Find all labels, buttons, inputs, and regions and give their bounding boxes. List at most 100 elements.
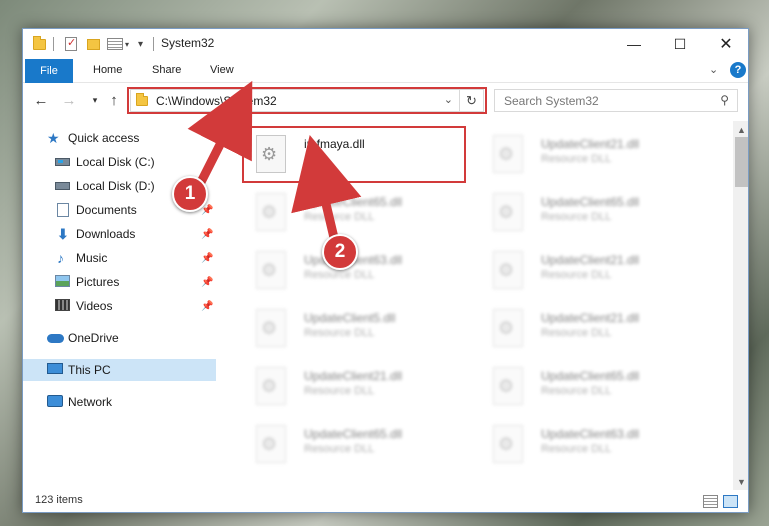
sidebar-item-label: This PC [68, 363, 111, 377]
dll-file-icon [256, 309, 286, 347]
search-input[interactable]: Search System32 ⚲ [494, 89, 738, 112]
minimize-button[interactable]: — [611, 29, 657, 59]
download-icon: ⬇ [57, 226, 69, 242]
pin-icon[interactable]: 📌 [201, 277, 213, 288]
file-item[interactable]: UpdateClient65.dll Resource DLL [481, 187, 701, 237]
properties-icon[interactable] [65, 35, 77, 53]
file-item[interactable]: UpdateClient5.dll Resource DLL [244, 303, 464, 353]
step-1-badge: 1 [172, 176, 208, 212]
sidebar-item-label: Local Disk (D:) [76, 179, 155, 193]
sidebar-item-music[interactable]: ♪ Music 📌 [23, 247, 216, 269]
file-type: Resource DLL [304, 327, 375, 339]
title-bar: ▾ ▾ System32 — ☐ ✕ [23, 29, 748, 59]
vertical-scrollbar[interactable]: ▲ ▼ [733, 121, 748, 490]
chevron-down-icon[interactable]: ▾ [125, 35, 129, 53]
sidebar-item-downloads[interactable]: ⬇ Downloads 📌 [23, 223, 216, 245]
disk-icon [55, 179, 71, 193]
sidebar-item-label: Documents [76, 203, 137, 217]
file-type: Resource DLL [304, 211, 375, 223]
sidebar-item-quick-access[interactable]: ★ Quick access [23, 127, 216, 149]
file-item[interactable]: UpdateClient21.dll Resource DLL [481, 129, 701, 179]
sidebar-item-network[interactable]: Network [23, 391, 216, 413]
scrollbar-thumb[interactable] [735, 137, 748, 187]
file-name: UpdateClient65.dll [304, 195, 403, 209]
file-item[interactable]: UpdateClient65.dll Resource DLL [244, 187, 464, 237]
status-bar: 123 items [23, 490, 748, 512]
search-icon: ⚲ [720, 93, 729, 107]
dll-file-icon [493, 251, 523, 289]
dll-file-icon [493, 309, 523, 347]
videos-icon [55, 299, 71, 313]
sidebar-item-local-disk-c[interactable]: Local Disk (C:) [23, 151, 216, 173]
file-name: UpdateClient21.dll [541, 253, 640, 267]
help-icon[interactable]: ? [730, 62, 746, 78]
window-title: System32 [161, 36, 215, 50]
pin-icon[interactable]: 📌 [201, 253, 213, 264]
file-type: Resource DLL [541, 443, 612, 455]
dll-file-icon [256, 193, 286, 231]
dll-file-icon [256, 367, 286, 405]
sidebar-item-label: Network [68, 395, 113, 409]
file-item[interactable]: UpdateClient21.dll Resource DLL [481, 303, 701, 353]
up-button[interactable]: ↑ [104, 90, 124, 110]
pin-icon[interactable]: 📌 [201, 301, 213, 312]
file-item[interactable]: UpdateClient63.dll Resource DLL [481, 419, 701, 469]
file-type: Resource DLL [541, 153, 612, 165]
computer-icon [47, 363, 63, 377]
customize-toolbar-icon[interactable]: ▾ [138, 35, 143, 53]
file-name: UpdateClient63.dll [541, 427, 640, 441]
new-folder-icon[interactable] [87, 35, 100, 53]
details-view-icon[interactable] [703, 495, 718, 508]
forward-button[interactable]: → [59, 90, 79, 110]
ribbon: File Home Share View ⌄ ? [23, 59, 748, 83]
scroll-up-icon[interactable]: ▲ [733, 121, 748, 138]
maximize-button[interactable]: ☐ [657, 29, 703, 59]
file-type: Resource DLL [541, 385, 612, 397]
file-type: Resource DLL [541, 211, 612, 223]
tab-view[interactable]: View [210, 64, 234, 76]
scroll-down-icon[interactable]: ▼ [733, 473, 748, 490]
separator [53, 35, 54, 53]
file-name: UpdateClient5.dll [304, 311, 396, 325]
file-type: Resource DLL [541, 269, 612, 281]
sidebar-item-label: Downloads [76, 227, 136, 241]
tab-file[interactable]: File [25, 59, 73, 83]
music-icon: ♪ [57, 250, 64, 266]
large-icons-view-icon[interactable] [723, 495, 738, 508]
sidebar-item-label: Music [76, 251, 108, 265]
file-name: UpdateClient21.dll [541, 137, 640, 151]
sidebar-item-this-pc[interactable]: This PC [23, 359, 216, 381]
star-icon: ★ [47, 130, 60, 146]
file-list: imfmaya.dll UpdateClient21.dll Resource … [218, 121, 733, 490]
navigation-bar: ← → ▾ ↑ C:\Windows\System32 ⌄ ↻ Search S… [23, 85, 748, 117]
file-type: Resource DLL [304, 269, 375, 281]
sidebar-item-onedrive[interactable]: OneDrive [23, 327, 216, 349]
tab-home[interactable]: Home [93, 64, 122, 76]
file-item[interactable]: UpdateClient65.dll Resource DLL [481, 361, 701, 411]
documents-icon [57, 203, 73, 217]
dll-file-icon [493, 425, 523, 463]
back-button[interactable]: ← [31, 90, 51, 110]
close-button[interactable]: ✕ [703, 29, 748, 59]
file-type: Resource DLL [304, 443, 375, 455]
pin-icon[interactable]: 📌 [201, 229, 213, 240]
file-name: UpdateClient65.dll [541, 195, 640, 209]
step-2-badge: 2 [322, 234, 358, 270]
file-name: UpdateClient65.dll [304, 427, 403, 441]
separator [153, 35, 154, 53]
sidebar-item-videos[interactable]: Videos 📌 [23, 295, 216, 317]
file-item[interactable]: UpdateClient21.dll Resource DLL [481, 245, 701, 295]
file-name: UpdateClient65.dll [541, 369, 640, 383]
file-item[interactable]: UpdateClient65.dll Resource DLL [244, 419, 464, 469]
layout-icon[interactable] [107, 35, 123, 53]
search-placeholder: Search System32 [504, 94, 599, 108]
sidebar-item-pictures[interactable]: Pictures 📌 [23, 271, 216, 293]
expand-ribbon-icon[interactable]: ⌄ [709, 63, 718, 76]
folder-icon [33, 35, 46, 53]
file-item[interactable]: UpdateClient21.dll Resource DLL [244, 361, 464, 411]
file-type: Resource DLL [304, 385, 375, 397]
tab-share[interactable]: Share [152, 64, 181, 76]
sidebar-item-label: Local Disk (C:) [76, 155, 155, 169]
file-highlight-box [242, 126, 466, 183]
recent-locations-button[interactable]: ▾ [85, 90, 105, 110]
